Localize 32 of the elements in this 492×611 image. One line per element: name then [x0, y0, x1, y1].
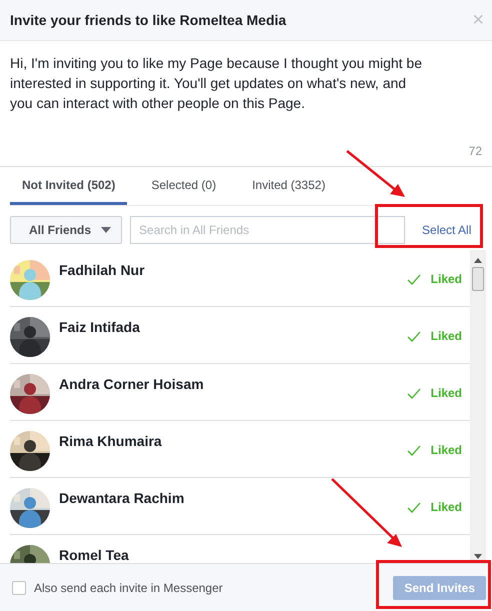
friend-name: Dewantara Rachim	[59, 490, 186, 506]
friend-name: Andra Corner Hoisam	[59, 376, 205, 392]
liked-label: Liked	[430, 500, 462, 514]
tab[interactable]: Not Invited (502)	[10, 167, 128, 205]
messenger-checkbox[interactable]	[12, 580, 26, 594]
check-icon	[406, 502, 421, 512]
friend-name: Fadhilah Nur	[59, 262, 146, 278]
search-field[interactable]: Search in All Friends	[130, 216, 406, 244]
friend-name: Rima Khumaira	[59, 433, 163, 449]
friends-dropdown[interactable]: All Friends	[10, 216, 122, 244]
messenger-option-label[interactable]: Also send each invite in Messenger	[34, 580, 223, 594]
message-text[interactable]: Hi, I'm inviting you to like my Page because I thought you might be interested in supporting it. You'll get updates on what's new, and you can interact with other people on this Page.	[10, 53, 482, 144]
scroll-thumb[interactable]	[472, 267, 484, 291]
select-all-link[interactable]: Select All	[422, 223, 472, 237]
liked-label: Liked	[430, 272, 462, 286]
scrollbar[interactable]	[470, 250, 486, 563]
check-icon	[406, 388, 421, 398]
liked-label: Liked	[430, 386, 462, 400]
scroll-up-icon[interactable]	[474, 258, 482, 263]
check-icon	[406, 330, 421, 342]
dialog-title: Invite your friends to like Romeltea Media	[10, 12, 286, 28]
caret-icon	[101, 227, 112, 233]
tab[interactable]: Selected (0)	[139, 167, 228, 205]
check-icon	[406, 274, 421, 284]
liked-label: Liked	[430, 443, 462, 457]
friend-name: Faiz Intifada	[59, 319, 141, 335]
scroll-down-icon[interactable]	[474, 554, 482, 559]
tab[interactable]: Invited (3352)	[240, 167, 338, 205]
character-counter: 72	[468, 144, 482, 158]
friend-name: Romel Tea	[59, 547, 130, 563]
check-icon	[406, 444, 421, 456]
liked-label: Liked	[430, 329, 462, 343]
